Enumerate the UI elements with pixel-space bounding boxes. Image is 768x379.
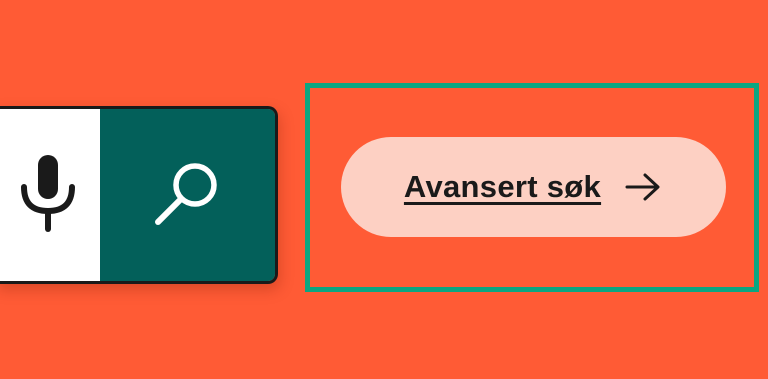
advanced-search-label: Avansert søk — [403, 169, 602, 204]
search-button[interactable] — [100, 109, 275, 281]
microphone-icon — [16, 153, 80, 238]
voice-search-button[interactable] — [0, 109, 100, 281]
advanced-search-button[interactable]: Avansert søk — [341, 137, 726, 237]
search-controls — [0, 106, 278, 284]
arrow-right-icon — [623, 172, 663, 202]
magnifier-icon — [150, 155, 226, 236]
